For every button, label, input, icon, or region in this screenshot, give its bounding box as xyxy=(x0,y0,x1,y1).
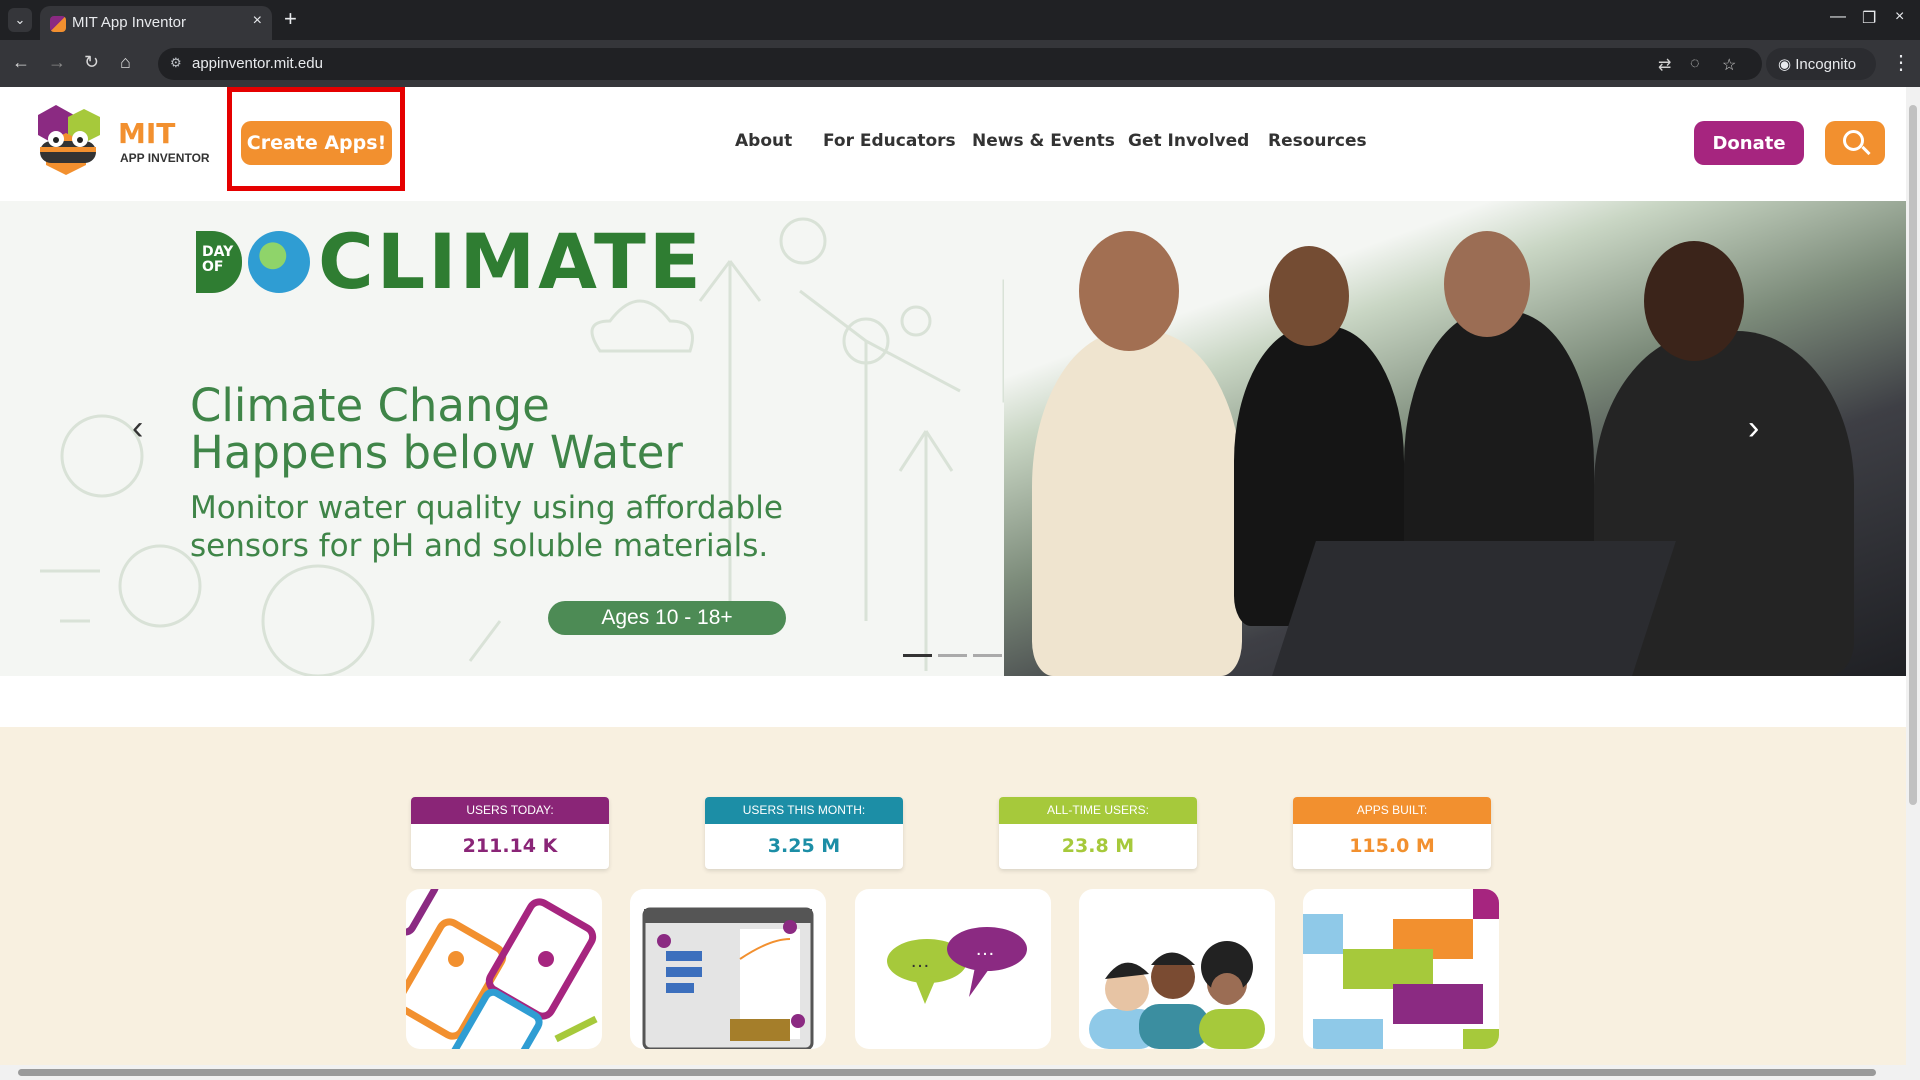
stat-users-today: USERS TODAY: 211.14 K xyxy=(411,797,609,869)
horizontal-scrollbar[interactable] xyxy=(0,1065,1920,1080)
site-header: MIT APP INVENTOR Create Apps! About For … xyxy=(0,87,1906,201)
carousel-dot[interactable] xyxy=(938,654,967,657)
browser-tab[interactable]: MIT App Inventor × xyxy=(40,6,272,40)
menu-dots-icon[interactable]: ⋮ xyxy=(1891,50,1911,75)
restore-icon[interactable]: ❐ xyxy=(1862,8,1876,28)
svg-text:…: … xyxy=(910,950,930,972)
day-of-climate-badge: DAY OF CLIMATE xyxy=(196,217,704,306)
slide-title: Climate Change Happens below Water xyxy=(190,379,683,479)
climate-badge-text: CLIMATE xyxy=(318,217,704,306)
browser-toolbar: ← → ↻ ⌂ ⚙ appinventor.mit.edu ⇄ ◌ ☆ ◉ In… xyxy=(0,40,1920,87)
back-arrow-icon[interactable]: ← xyxy=(12,52,30,72)
site-info-icon[interactable]: ⚙ xyxy=(170,55,182,71)
home-icon[interactable]: ⌂ xyxy=(120,52,131,72)
search-button[interactable] xyxy=(1825,121,1885,165)
carousel-dots xyxy=(903,644,1008,662)
stat-label: APPS BUILT: xyxy=(1293,797,1491,824)
mit-app-inventor-logo[interactable]: MIT APP INVENTOR xyxy=(26,105,211,183)
hero-carousel: DAY OF CLIMATE Climate Change Happens bel… xyxy=(0,201,1906,676)
phones-illustration-icon xyxy=(406,889,598,1049)
slide-subtitle: Monitor water quality using affordable s… xyxy=(190,490,783,564)
minimize-icon[interactable]: — xyxy=(1830,8,1846,26)
feature-card-puzzle[interactable] xyxy=(1303,889,1499,1049)
logo-app-inventor-text: APP INVENTOR xyxy=(120,151,210,165)
logo-mit-text: MIT xyxy=(118,117,176,150)
stat-value: 115.0 M xyxy=(1349,835,1435,857)
chevron-right-icon[interactable]: › xyxy=(1748,411,1772,445)
stat-all-time-users: ALL-TIME USERS: 23.8 M xyxy=(999,797,1197,869)
svg-text:…: … xyxy=(975,938,995,960)
close-icon[interactable]: × xyxy=(253,12,262,30)
web-page: MIT APP INVENTOR Create Apps! About For … xyxy=(0,87,1906,1065)
feature-card-chat[interactable]: … … xyxy=(855,889,1051,1049)
browser-tab-strip: ⌄ MIT App Inventor × + — ❐ × xyxy=(0,0,1920,40)
stat-users-this-month: USERS THIS MONTH: 3.25 M xyxy=(705,797,903,869)
nav-about[interactable]: About xyxy=(735,131,792,151)
plus-icon[interactable]: + xyxy=(284,6,297,32)
feature-card-community[interactable] xyxy=(1079,889,1275,1049)
create-apps-button[interactable]: Create Apps! xyxy=(241,121,392,165)
feature-card-phones[interactable] xyxy=(406,889,602,1049)
nav-for-educators[interactable]: For Educators xyxy=(823,131,956,151)
nav-news-events[interactable]: News & Events xyxy=(972,131,1115,151)
incognito-icon: ◉ xyxy=(1778,56,1796,73)
chat-bubbles-illustration-icon: … … xyxy=(887,927,1027,1004)
window-close-icon[interactable]: × xyxy=(1895,8,1904,26)
reload-icon[interactable]: ↻ xyxy=(84,52,99,72)
favicon-icon xyxy=(50,16,66,32)
forward-arrow-icon[interactable]: → xyxy=(48,52,66,72)
stat-label: USERS TODAY: xyxy=(411,797,609,824)
stat-value: 3.25 M xyxy=(767,835,841,857)
vertical-scrollbar[interactable] xyxy=(1906,87,1920,1065)
incognito-indicator[interactable]: ◉ Incognito xyxy=(1766,48,1876,80)
feature-card-blocks[interactable] xyxy=(630,889,826,1049)
chevron-left-icon[interactable]: ‹ xyxy=(132,411,156,445)
url-text[interactable]: appinventor.mit.edu xyxy=(192,55,323,72)
stat-label: USERS THIS MONTH: xyxy=(705,797,903,824)
nav-get-involved[interactable]: Get Involved xyxy=(1128,131,1249,151)
globe-icon xyxy=(248,231,310,293)
table xyxy=(1272,541,1676,676)
stat-label: ALL-TIME USERS: xyxy=(999,797,1197,824)
incognito-label: Incognito xyxy=(1795,56,1857,73)
stat-apps-built: APPS BUILT: 115.0 M xyxy=(1293,797,1491,869)
carousel-dot[interactable] xyxy=(903,654,932,657)
stat-value: 211.14 K xyxy=(462,835,558,857)
bee-logo-icon xyxy=(38,105,100,175)
community-illustration-icon xyxy=(1089,941,1265,1049)
tab-title: MIT App Inventor xyxy=(72,14,186,31)
donate-button[interactable]: Donate xyxy=(1694,121,1804,165)
star-icon[interactable]: ☆ xyxy=(1722,55,1736,75)
carousel-dot[interactable] xyxy=(973,654,1002,657)
blocks-editor-illustration-icon xyxy=(642,907,814,1049)
ages-badge: Ages 10 - 18+ xyxy=(548,601,786,635)
address-bar[interactable]: ⚙ appinventor.mit.edu ⇄ ◌ ☆ xyxy=(158,48,1762,80)
stats-section: USERS TODAY: 211.14 K USERS THIS MONTH: … xyxy=(0,727,1906,1065)
day-of-badge-text: DAY OF xyxy=(196,231,242,293)
translate-icon[interactable]: ⇄ xyxy=(1658,55,1671,75)
stat-value: 23.8 M xyxy=(1061,835,1135,857)
nav-resources[interactable]: Resources xyxy=(1268,131,1367,151)
puzzle-blocks-illustration-icon xyxy=(1303,889,1499,1049)
eye-off-icon[interactable]: ◌ xyxy=(1690,55,1700,73)
tab-list-icon[interactable]: ⌄ xyxy=(8,8,32,32)
